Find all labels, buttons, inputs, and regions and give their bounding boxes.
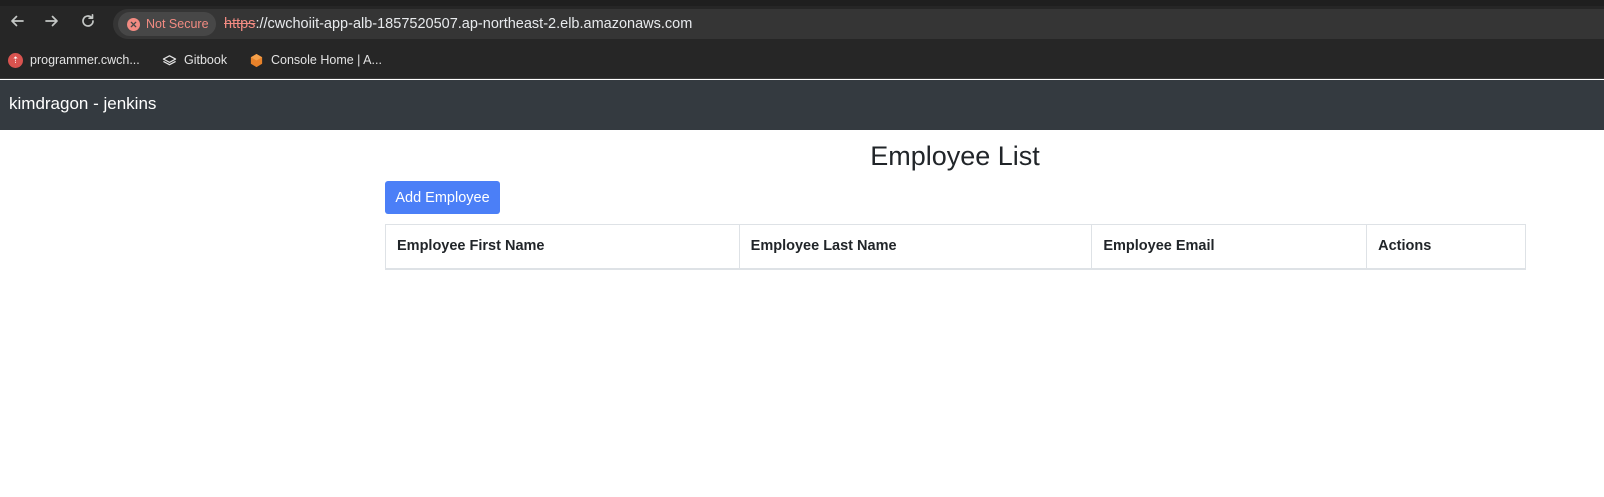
bookmark-programmer[interactable]: ⇡ programmer.cwch... xyxy=(8,51,140,69)
add-employee-button[interactable]: Add Employee xyxy=(385,181,500,214)
browser-toolbar: Not Secure https://cwchoiit-app-alb-1857… xyxy=(0,6,1604,40)
bookmark-gitbook[interactable]: Gitbook xyxy=(162,51,227,69)
gitbook-icon xyxy=(162,53,177,68)
programmer-favicon-icon: ⇡ xyxy=(8,52,23,68)
bookmarks-bar: ⇡ programmer.cwch... Gitbook Console Hom… xyxy=(0,40,1604,79)
table-header-row: Employee First Name Employee Last Name E… xyxy=(385,224,1526,270)
forward-button[interactable] xyxy=(40,11,64,35)
page-title: Employee List xyxy=(870,141,1040,171)
address-bar[interactable]: Not Secure https://cwchoiit-app-alb-1857… xyxy=(113,9,1604,39)
arrow-right-icon xyxy=(44,13,60,34)
security-chip-label: Not Secure xyxy=(146,17,209,31)
column-header-email: Employee Email xyxy=(1091,224,1368,270)
app-navbar: kimdragon - jenkins xyxy=(0,80,1604,130)
reload-button[interactable] xyxy=(76,11,100,35)
bookmark-aws-console[interactable]: Console Home | A... xyxy=(249,51,382,69)
bookmark-label: programmer.cwch... xyxy=(30,53,140,67)
column-header-last-name: Employee Last Name xyxy=(738,224,1093,270)
aws-console-icon xyxy=(249,53,264,68)
not-secure-icon xyxy=(127,17,140,31)
column-header-actions: Actions xyxy=(1366,224,1526,270)
employee-table: Employee First Name Employee Last Name E… xyxy=(385,224,1526,270)
column-header-first-name: Employee First Name xyxy=(385,224,740,270)
back-button[interactable] xyxy=(5,11,29,35)
bookmark-label: Gitbook xyxy=(184,53,228,67)
url-text[interactable]: https://cwchoiit-app-alb-1857520507.ap-n… xyxy=(224,16,692,32)
reload-icon xyxy=(80,13,96,34)
security-chip[interactable]: Not Secure xyxy=(118,12,216,36)
url-scheme: https xyxy=(224,16,256,32)
url-host: ://cwchoiit-app-alb-1857520507.ap-northe… xyxy=(255,16,693,32)
arrow-left-icon xyxy=(9,13,25,34)
navbar-brand[interactable]: kimdragon - jenkins xyxy=(9,94,156,114)
bookmark-label: Console Home | A... xyxy=(271,53,382,67)
